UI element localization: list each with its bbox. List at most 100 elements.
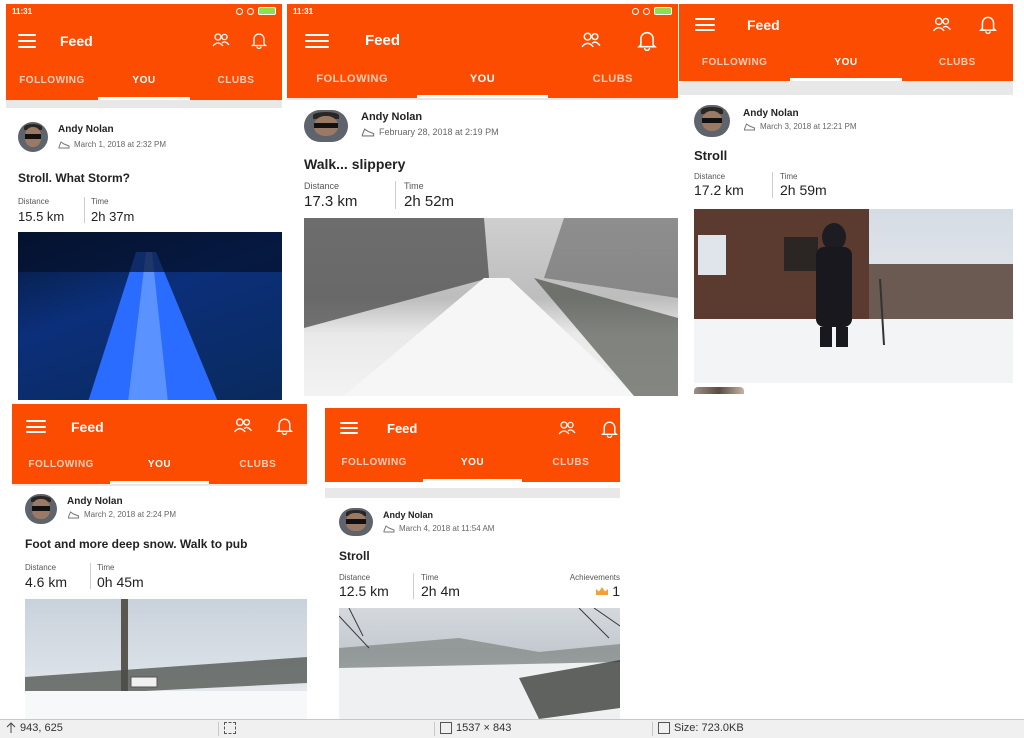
- activity-date: March 3, 2018 at 12:21 PM: [743, 122, 857, 131]
- tab-you[interactable]: YOU: [98, 66, 190, 100]
- tab-following[interactable]: FOLLOWING: [325, 448, 423, 482]
- stat-separator: [90, 563, 91, 589]
- shoe-icon: [58, 140, 70, 148]
- activity-card[interactable]: Andy Nolan February 28, 2018 at 2:19 PM …: [287, 100, 678, 396]
- bell-icon[interactable]: [637, 29, 657, 51]
- wifi-icon: [643, 7, 650, 15]
- activity-title[interactable]: Stroll: [339, 549, 370, 563]
- activity-title[interactable]: Walk... slippery: [304, 156, 405, 172]
- people-icon[interactable]: [931, 16, 953, 33]
- hamburger-menu-icon[interactable]: [695, 18, 715, 31]
- tab-following[interactable]: FOLLOWING: [6, 66, 98, 100]
- hamburger-menu-icon[interactable]: [18, 34, 36, 48]
- people-icon[interactable]: [233, 417, 253, 434]
- time-label: Time: [780, 172, 798, 181]
- athlete-name[interactable]: Andy Nolan: [743, 108, 799, 119]
- tab-you[interactable]: YOU: [423, 448, 522, 482]
- tab-clubs[interactable]: CLUBS: [190, 66, 282, 100]
- selection: [224, 722, 240, 734]
- activity-card[interactable]: Andy Nolan March 4, 2018 at 11:54 AM Str…: [325, 498, 620, 719]
- activity-photo[interactable]: [339, 608, 620, 719]
- stat-separator: [772, 172, 773, 198]
- avatar[interactable]: [304, 110, 348, 142]
- time-value: 2h 4m: [421, 583, 460, 599]
- time-label: Time: [91, 197, 109, 206]
- bell-icon[interactable]: [601, 419, 618, 438]
- athlete-name[interactable]: Andy Nolan: [67, 496, 123, 507]
- avatar[interactable]: [18, 122, 48, 152]
- feed-screenshot-2: 11:31 Feed FOLLOWING YOU CLUBS Andy Nola…: [287, 4, 678, 396]
- distance-label: Distance: [339, 573, 371, 582]
- activity-date-text: March 4, 2018 at 11:54 AM: [399, 524, 495, 533]
- bell-icon[interactable]: [251, 31, 267, 49]
- app-header: Feed: [679, 4, 1013, 48]
- avatar[interactable]: [694, 105, 730, 137]
- time-label: Time: [404, 181, 424, 191]
- hamburger-menu-icon[interactable]: [26, 420, 46, 433]
- tab-you[interactable]: YOU: [110, 450, 209, 484]
- tab-following[interactable]: FOLLOWING: [679, 48, 790, 81]
- hamburger-menu-icon[interactable]: [305, 34, 329, 48]
- feed-title: Feed: [60, 33, 93, 49]
- tab-clubs[interactable]: CLUBS: [209, 450, 307, 484]
- stat-separator: [84, 197, 85, 223]
- cursor-position-text: 943, 625: [20, 722, 63, 734]
- feed-tabs: FOLLOWING YOU CLUBS: [287, 64, 678, 98]
- tab-you[interactable]: YOU: [790, 48, 902, 81]
- people-icon[interactable]: [212, 32, 230, 48]
- time-value: 2h 59m: [780, 182, 827, 198]
- activity-card[interactable]: Andy Nolan March 1, 2018 at 2:32 PM Stro…: [6, 108, 282, 400]
- activity-photo[interactable]: [25, 599, 307, 719]
- bell-icon[interactable]: [276, 416, 293, 435]
- hamburger-menu-icon[interactable]: [340, 422, 358, 434]
- selection-icon: [224, 722, 236, 734]
- athlete-name[interactable]: Andy Nolan: [383, 510, 433, 520]
- clock: 11:31: [12, 6, 33, 16]
- activity-photo[interactable]: [694, 209, 1013, 383]
- app-header: Feed: [12, 404, 307, 450]
- avatar[interactable]: [339, 508, 373, 536]
- bluetooth-icon: [236, 7, 243, 15]
- people-icon[interactable]: [557, 420, 577, 436]
- activity-card[interactable]: Andy Nolan March 2, 2018 at 2:24 PM Foot…: [12, 486, 307, 719]
- distance-value: 4.6 km: [25, 574, 68, 590]
- feed-title: Feed: [71, 419, 104, 435]
- activity-photo[interactable]: [18, 232, 282, 400]
- battery-icon: [258, 7, 276, 15]
- distance-label: Distance: [18, 197, 50, 206]
- tab-clubs[interactable]: CLUBS: [902, 48, 1013, 81]
- tab-clubs[interactable]: CLUBS: [522, 448, 620, 482]
- avatar[interactable]: [25, 494, 57, 524]
- athlete-name[interactable]: Andy Nolan: [361, 111, 422, 123]
- activity-date-text: March 2, 2018 at 2:24 PM: [84, 510, 177, 519]
- activity-title[interactable]: Foot and more deep snow. Walk to pub: [25, 537, 247, 551]
- achievements-label: Achievements: [569, 573, 620, 582]
- activity-photo[interactable]: [304, 218, 678, 396]
- file-size-icon: [658, 722, 670, 734]
- feed-divider: [679, 81, 1013, 95]
- time-value: 2h 37m: [91, 209, 135, 224]
- athlete-name[interactable]: Andy Nolan: [58, 124, 114, 135]
- activity-title[interactable]: Stroll. What Storm?: [18, 171, 130, 185]
- app-header: Feed: [325, 408, 620, 448]
- activity-card[interactable]: Andy Nolan March 3, 2018 at 12:21 PM Str…: [679, 95, 1013, 394]
- tab-following[interactable]: FOLLOWING: [287, 64, 417, 98]
- shoe-icon: [361, 127, 375, 136]
- feed-title: Feed: [387, 421, 418, 436]
- tab-following[interactable]: FOLLOWING: [12, 450, 110, 484]
- feed-divider: [6, 100, 282, 108]
- tab-you[interactable]: YOU: [417, 64, 548, 98]
- feed-tabs: FOLLOWING YOU CLUBS: [679, 48, 1013, 81]
- tab-clubs[interactable]: CLUBS: [548, 64, 678, 98]
- activity-date-text: February 28, 2018 at 2:19 PM: [379, 127, 499, 137]
- bell-icon[interactable]: [979, 14, 997, 34]
- status-indicators: [236, 7, 276, 15]
- people-icon[interactable]: [579, 31, 603, 49]
- distance-value: 15.5 km: [18, 209, 65, 224]
- activity-title[interactable]: Stroll: [694, 148, 727, 163]
- wifi-icon: [247, 7, 254, 15]
- activity-date: March 2, 2018 at 2:24 PM: [67, 510, 176, 519]
- distance-label: Distance: [694, 172, 726, 181]
- feed-screenshot-1: 11:31 Feed FOLLOWING YOU CLUBS Andy Nola…: [6, 4, 282, 400]
- kudos-avatars[interactable]: [694, 387, 744, 394]
